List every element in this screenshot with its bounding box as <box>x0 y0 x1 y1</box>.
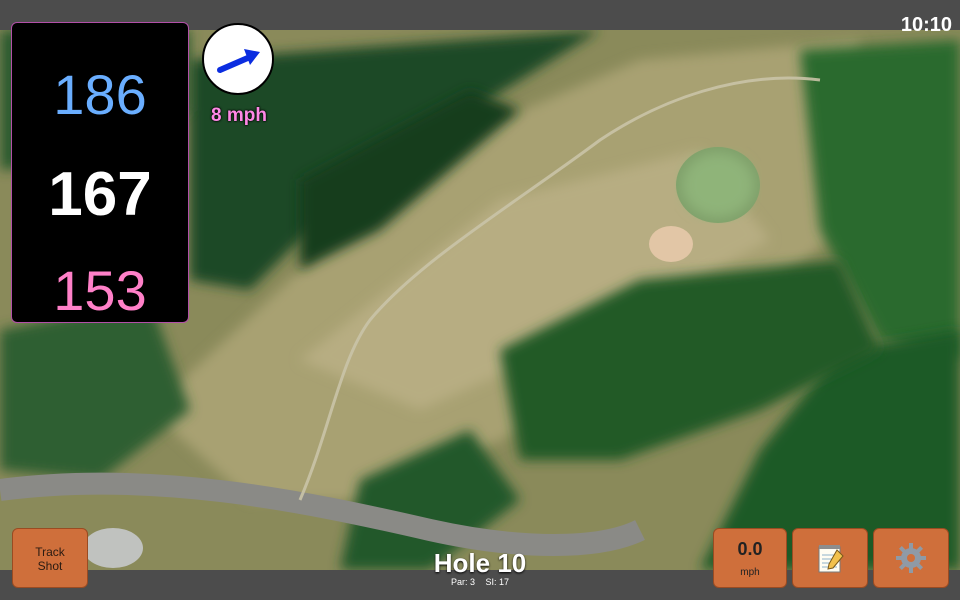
speed-unit: mph <box>740 567 760 578</box>
track-shot-label: Track Shot <box>35 545 65 573</box>
back-distance: 186 <box>53 63 147 126</box>
gear-icon <box>896 543 926 573</box>
hole-stroke-index: SI: 17 <box>485 577 510 587</box>
wind-direction-dial <box>202 23 274 95</box>
speed-value: 0.0 <box>737 539 763 559</box>
notepad-icon <box>818 545 844 573</box>
track-shot-button[interactable]: Track Shot <box>12 528 88 588</box>
distance-panel: 186 167 153 <box>11 22 189 323</box>
hole-title: Hole 10 <box>433 548 527 578</box>
hole-meta: Par: 3 SI: 17 <box>380 577 580 587</box>
middle-distance: 167 <box>48 160 152 229</box>
speed-button[interactable]: 0.0 mph <box>713 528 787 588</box>
hole-par: Par: 3 <box>450 577 475 587</box>
notes-button[interactable] <box>792 528 868 588</box>
wind-speed-label: 8 mph <box>211 105 267 126</box>
settings-button[interactable] <box>873 528 949 588</box>
wind-arrow-icon <box>217 49 260 73</box>
front-distance: 153 <box>53 259 147 322</box>
clock-time: 10:10 <box>900 14 952 36</box>
